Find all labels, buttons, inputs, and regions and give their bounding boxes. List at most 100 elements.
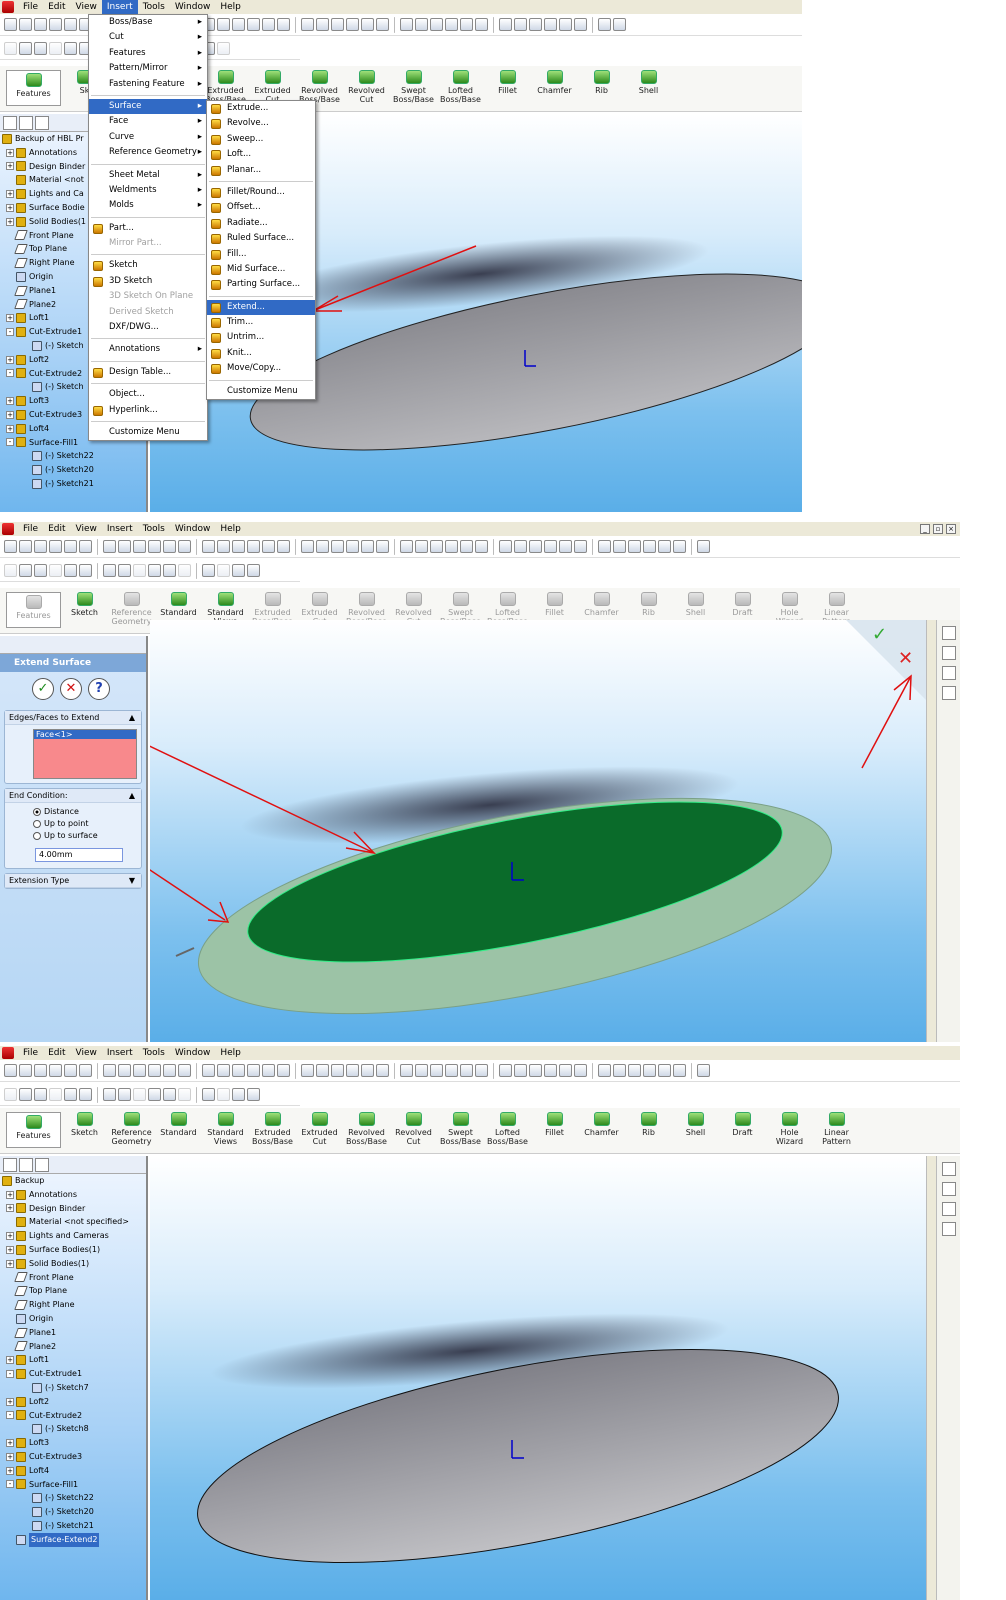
menu-item-extend[interactable]: Extend... [207,299,315,316]
tree-node[interactable]: (-) Sketch21 [0,477,146,491]
menu-item-knit[interactable]: Knit... [207,346,315,361]
menu-help[interactable]: Help [215,0,246,14]
cmd-hole-wizard[interactable]: Hole Wizard [766,1112,813,1146]
toolbar-icon[interactable] [217,564,230,577]
expand-toggle-icon[interactable]: + [6,1452,14,1461]
tree-node[interactable]: + Loft2 [0,1395,146,1409]
tree-node[interactable]: Surface-Extend2 [0,1532,146,1547]
toolbar-icon[interactable] [460,540,473,553]
toolbar-icon[interactable] [514,1064,527,1077]
cmd-lofted-boss-base[interactable]: Lofted Boss/Base [484,1112,531,1146]
toolbar-icon[interactable] [49,18,62,31]
collapse-icon[interactable]: ▲ [129,711,135,725]
menu-item-extrude[interactable]: Extrude... [207,101,315,116]
expand-toggle-icon[interactable]: - [6,438,14,447]
menu-item-revolve[interactable]: Revolve... [207,116,315,131]
toolbar-icon[interactable] [475,540,488,553]
toolbar-icon[interactable] [118,1088,131,1101]
toolbar-icon[interactable] [400,18,413,31]
toolbar-icon[interactable] [316,1064,329,1077]
toolbar-icon[interactable] [19,1088,32,1101]
toolbar-icon[interactable] [559,18,572,31]
menu-item-sketch[interactable]: Sketch [89,258,207,273]
toolbar-icon[interactable] [598,1064,611,1077]
toolbar-icon[interactable] [148,1064,161,1077]
expand-toggle-icon[interactable]: + [6,148,14,157]
toolbar-icon[interactable] [49,564,62,577]
menu-help[interactable]: Help [215,1046,246,1060]
tree-tab-icon[interactable] [35,116,49,130]
toolbar-icon[interactable] [277,1064,290,1077]
tree-tab-icon[interactable] [19,1158,33,1172]
cmd-shell[interactable]: Shell [625,70,672,95]
toolbar-icon[interactable] [163,1064,176,1077]
toolbar-icon[interactable] [4,1088,17,1101]
tree-node[interactable]: - Cut-Extrude2 [0,1409,146,1423]
toolbar-icon[interactable] [460,1064,473,1077]
toolbar-icon[interactable] [628,1064,641,1077]
tree-node[interactable]: Plane1 [0,1326,146,1340]
expand-toggle-icon[interactable]: - [6,369,14,378]
restore-button[interactable]: ▫ [933,524,943,534]
menu-tools[interactable]: Tools [138,522,170,536]
selected-face[interactable]: Face<1> [34,730,136,739]
toolbar-icon[interactable] [19,564,32,577]
ok-button[interactable]: ✓ [32,678,54,700]
expand-toggle-icon[interactable]: - [6,1370,14,1379]
toolbar-icon[interactable] [118,1064,131,1077]
toolbar-icon[interactable] [217,42,230,55]
toolbar-icon[interactable] [445,18,458,31]
menu-view[interactable]: View [71,522,102,536]
toolbar-icon[interactable] [643,1064,656,1077]
toolbar-icon[interactable] [673,1064,686,1077]
toolbar-icon[interactable] [4,18,17,31]
toolbar-icon[interactable] [232,18,245,31]
menu-item-curve[interactable]: Curve ▸ [89,130,207,145]
menu-item-sweep[interactable]: Sweep... [207,132,315,147]
expand-toggle-icon[interactable]: + [6,203,14,212]
expand-toggle-icon[interactable]: + [6,397,14,406]
expand-toggle-icon[interactable]: - [6,328,14,337]
toolbar-icon[interactable] [346,18,359,31]
toolbar-icon[interactable] [19,18,32,31]
toolbar-icon[interactable] [232,1064,245,1077]
toolbar-icon[interactable] [133,1064,146,1077]
cmd-extruded-boss-base[interactable]: Extruded Boss/Base [249,1112,296,1146]
toolbar-icon[interactable] [598,18,611,31]
toolbar-icon[interactable] [217,18,230,31]
expand-toggle-icon[interactable]: + [6,1245,14,1254]
toolbar-icon[interactable] [697,1064,710,1077]
cmd-fillet[interactable]: Fillet [531,1112,578,1137]
toolbar-icon[interactable] [499,1064,512,1077]
menu-view[interactable]: View [71,1046,102,1060]
cmd-standard[interactable]: Standard [155,592,202,617]
toolbar-icon[interactable] [301,540,314,553]
toolbar-icon[interactable] [232,1088,245,1101]
tree-node[interactable]: + Surface Bodies(1) [0,1243,146,1257]
toolbar-icon[interactable] [49,42,62,55]
cmd-rib[interactable]: Rib [578,70,625,95]
menu-item-parting-surface[interactable]: Parting Surface... [207,277,315,292]
cmd-revolved-cut[interactable]: Revolved Cut [343,70,390,104]
toolbar-icon[interactable] [544,540,557,553]
menu-file[interactable]: File [18,522,43,536]
cancel-button[interactable]: ✕ [60,678,82,700]
toolbar-icon[interactable] [514,18,527,31]
menu-item-annotations[interactable]: Annotations ▸ [89,342,207,357]
toolbar-icon[interactable] [34,1064,47,1077]
toolbar-icon[interactable] [4,1064,17,1077]
cmd-sketch[interactable]: Sketch [61,1112,108,1137]
expand-toggle-icon[interactable]: + [6,1356,14,1365]
expand-toggle-icon[interactable]: - [6,1411,14,1420]
cmd-features[interactable]: Features [6,1112,61,1148]
toolbar-icon[interactable] [19,1064,32,1077]
radio-button[interactable] [33,831,41,840]
toolbar-icon[interactable] [178,564,191,577]
toolbar-icon[interactable] [247,18,260,31]
menu-item-cut[interactable]: Cut ▸ [89,30,207,45]
menu-item-boss-base[interactable]: Boss/Base ▸ [89,15,207,30]
toolbar-icon[interactable] [430,1064,443,1077]
tree-node[interactable]: - Cut-Extrude1 [0,1367,146,1381]
menu-item-face[interactable]: Face ▸ [89,114,207,129]
menu-item-features[interactable]: Features ▸ [89,46,207,61]
